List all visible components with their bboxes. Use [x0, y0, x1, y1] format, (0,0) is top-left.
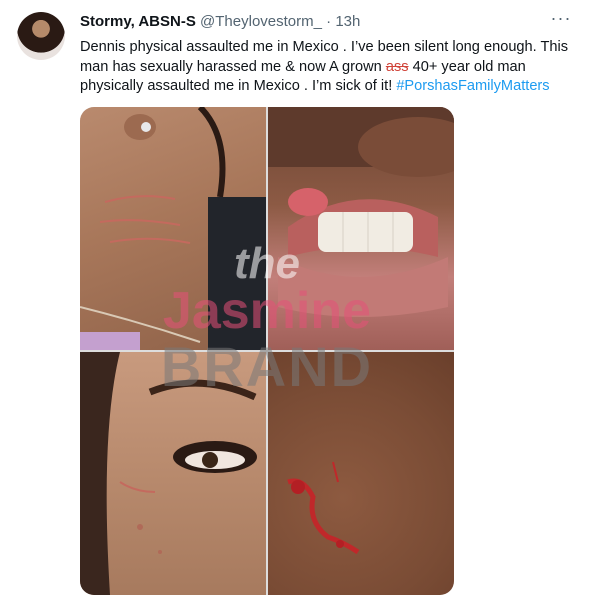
separator-dot: · [326, 13, 332, 30]
avatar[interactable] [17, 12, 65, 60]
photo-neck-illustration [80, 107, 266, 350]
user-handle[interactable]: @Theylovestorm_ [200, 13, 322, 30]
timestamp[interactable]: 13h [335, 13, 360, 30]
struck-word: ass [385, 58, 409, 75]
photo-skin-wound[interactable] [268, 352, 454, 595]
photo-wound-illustration [287, 461, 360, 555]
tweet-header: Stormy, ABSN-S @Theylovestorm_ · 13h [80, 12, 565, 32]
hashtag-link[interactable]: #PorshasFamilyMatters [396, 78, 549, 94]
media-grid[interactable]: the Jasmine BRAND [80, 107, 454, 595]
tweet-text: Dennis physical assaulted me in Mexico .… [80, 38, 572, 97]
photo-eye-scratch[interactable] [80, 352, 266, 595]
display-name[interactable]: Stormy, ABSN-S [80, 13, 196, 30]
tweet[interactable]: Stormy, ABSN-S @Theylovestorm_ · 13h ···… [0, 0, 595, 600]
more-options-icon[interactable]: ··· [547, 8, 575, 32]
photo-lip-injury[interactable] [268, 107, 454, 350]
photo-eye-illustration [80, 352, 257, 595]
photo-neck-scratches[interactable] [80, 107, 266, 350]
photo-lip-illustration [268, 107, 454, 317]
